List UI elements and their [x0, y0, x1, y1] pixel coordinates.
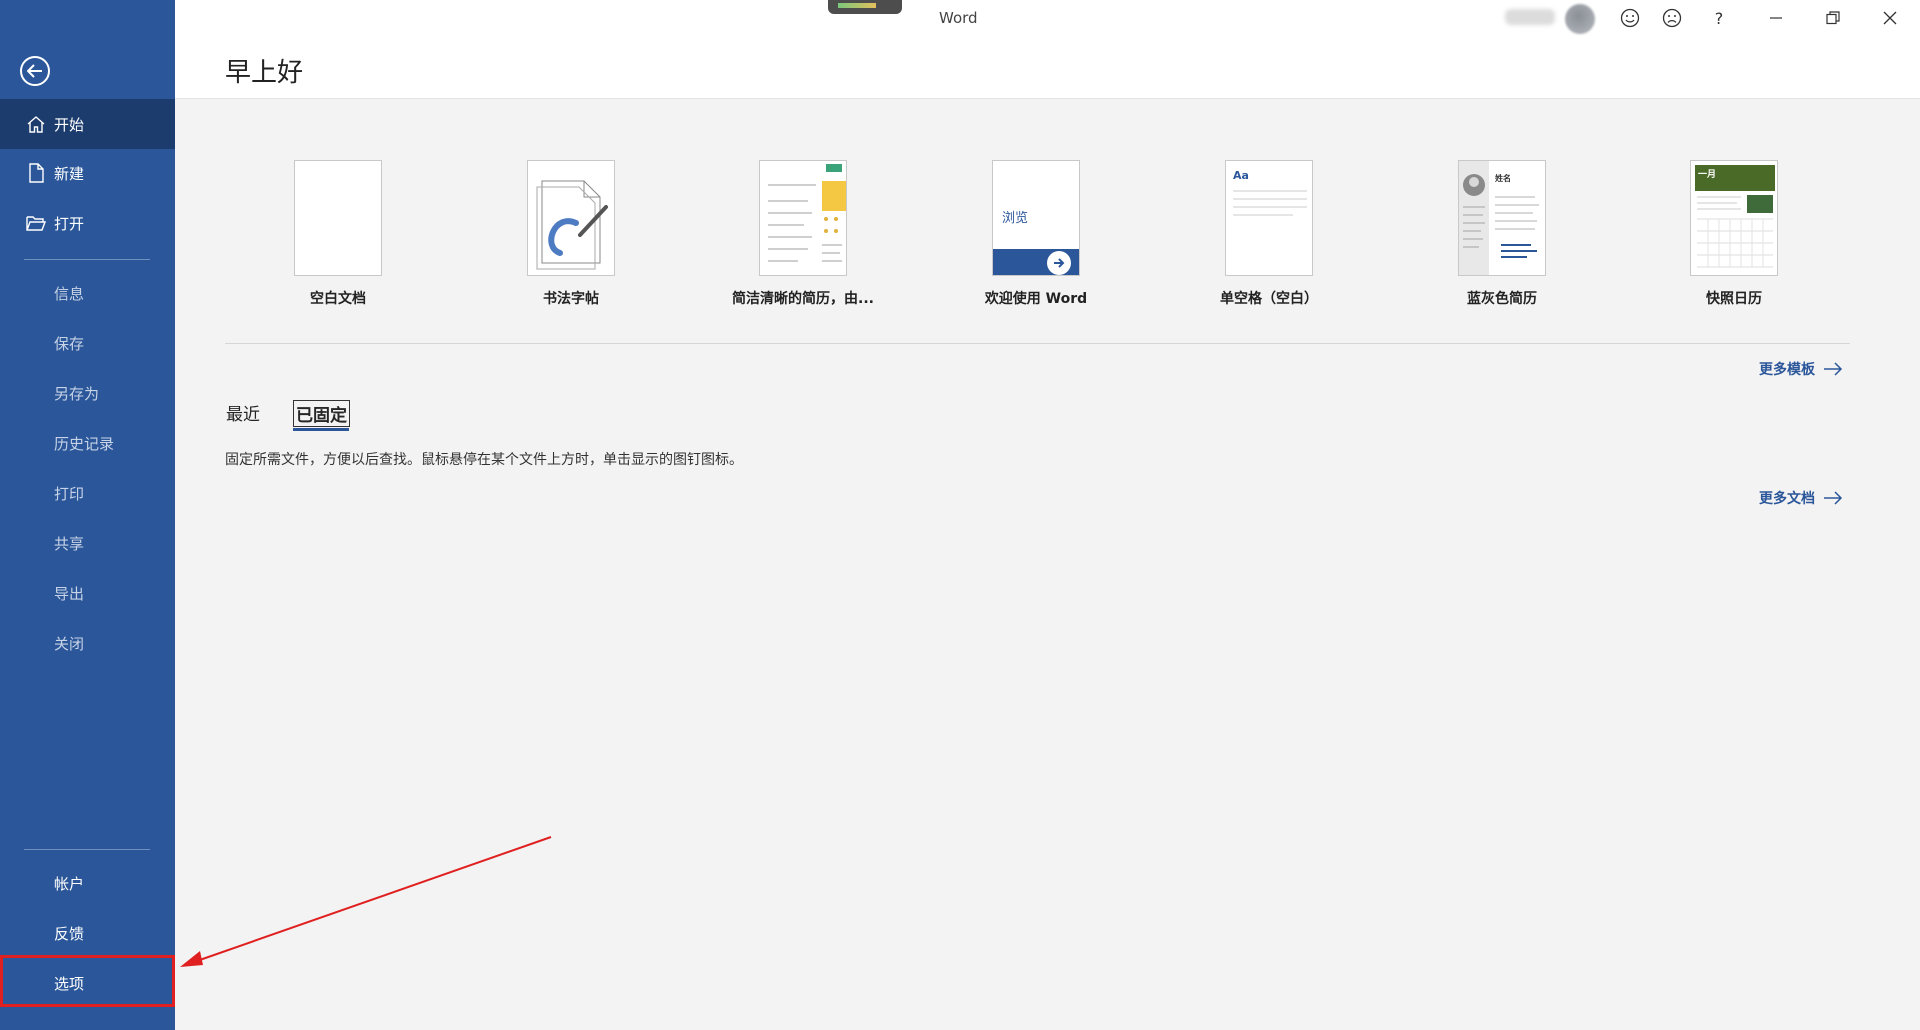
new-document-icon	[24, 161, 48, 185]
template-label: 快照日历	[1706, 291, 1762, 307]
help-button[interactable]: ?	[1706, 5, 1732, 31]
nav-export-label: 导出	[54, 584, 85, 603]
template-label: 欢迎使用 Word	[984, 291, 1088, 307]
nav-export[interactable]: 导出	[0, 568, 175, 618]
active-tab-indicator	[293, 428, 349, 431]
help-icon: ?	[1714, 8, 1724, 28]
template-thumb-text: 浏览	[1002, 211, 1029, 226]
template-thumb-text: 姓名	[1495, 174, 1511, 183]
nav-options-label: 选项	[54, 974, 85, 993]
nav-save-as-label: 另存为	[54, 384, 100, 403]
nav-feedback[interactable]: 反馈	[0, 908, 175, 958]
template-label: 简洁清晰的简历，由...	[732, 291, 874, 307]
more-templates-link[interactable]: 更多模板	[1759, 359, 1843, 379]
arrow-right-icon	[1824, 491, 1843, 505]
more-documents-link[interactable]: 更多文档	[1759, 488, 1843, 508]
frown-icon[interactable]	[1659, 5, 1685, 31]
pinned-empty-message: 固定所需文件，方便以后查找。鼠标悬停在某个文件上方时，单击显示的图钉图标。	[225, 452, 743, 468]
page-title: 早上好	[225, 58, 304, 88]
nav-share[interactable]: 共享	[0, 518, 175, 568]
nav-share-label: 共享	[54, 534, 85, 553]
tab-recent[interactable]: 最近	[226, 400, 260, 425]
nav-account-label: 帐户	[54, 874, 85, 893]
template-label: 书法字帖	[543, 291, 599, 307]
nav-save[interactable]: 保存	[0, 318, 175, 368]
arrow-right-icon	[1047, 251, 1071, 275]
backstage-sidebar: 开始 新建 打开 信息 保存 另存为 历史记录 打印 共享 导出 关闭 帐户 反…	[0, 0, 175, 1030]
minimize-icon[interactable]	[1763, 5, 1789, 31]
template-thumbnail[interactable]	[759, 160, 847, 276]
restore-icon[interactable]	[1820, 5, 1846, 31]
open-folder-icon	[24, 211, 48, 235]
close-icon[interactable]	[1877, 5, 1903, 31]
nav-home-label: 开始	[54, 115, 85, 134]
section-divider	[225, 343, 1850, 344]
template-thumbnail[interactable]: Aa	[1225, 160, 1313, 276]
annotation-arrow	[180, 836, 552, 967]
smiley-icon[interactable]	[1617, 5, 1643, 31]
template-thumb-text: 一月	[1698, 170, 1717, 180]
nav-info[interactable]: 信息	[0, 268, 175, 318]
back-arrow-icon[interactable]	[20, 56, 50, 86]
top-status-widget	[828, 0, 902, 14]
nav-history[interactable]: 历史记录	[0, 418, 175, 468]
home-icon	[24, 112, 48, 136]
nav-options[interactable]: 选项	[0, 958, 175, 1008]
nav-new-label: 新建	[54, 164, 85, 183]
sidebar-divider	[24, 259, 150, 260]
nav-open[interactable]: 打开	[0, 198, 175, 248]
user-name-blurred[interactable]	[1505, 9, 1555, 25]
nav-close-label: 关闭	[54, 634, 85, 653]
nav-new[interactable]: 新建	[0, 148, 175, 198]
more-documents-label: 更多文档	[1759, 491, 1815, 507]
header-band	[175, 36, 1920, 99]
template-thumbnail[interactable]: 一月	[1690, 160, 1778, 276]
avatar[interactable]	[1565, 4, 1595, 34]
template-label: 空白文档	[310, 291, 366, 307]
template-label: 单空格（空白）	[1220, 291, 1318, 307]
nav-open-label: 打开	[54, 214, 85, 233]
template-label: 蓝灰色简历	[1467, 291, 1537, 307]
arrow-right-icon	[1824, 362, 1843, 376]
nav-info-label: 信息	[54, 284, 85, 303]
template-thumbnail[interactable]	[527, 160, 615, 276]
nav-print[interactable]: 打印	[0, 468, 175, 518]
tab-pinned[interactable]: 已固定	[293, 400, 350, 427]
template-thumbnail[interactable]: 姓名	[1458, 160, 1546, 276]
nav-save-label: 保存	[54, 334, 85, 353]
more-templates-label: 更多模板	[1759, 362, 1815, 378]
template-thumbnail[interactable]	[294, 160, 382, 276]
app-title: Word	[939, 9, 978, 27]
nav-save-as[interactable]: 另存为	[0, 368, 175, 418]
tab-recent-label: 最近	[226, 405, 260, 425]
nav-account[interactable]: 帐户	[0, 858, 175, 908]
nav-home[interactable]: 开始	[0, 99, 175, 149]
tab-pinned-label: 已固定	[296, 406, 347, 426]
nav-history-label: 历史记录	[54, 434, 115, 453]
nav-close[interactable]: 关闭	[0, 618, 175, 668]
template-thumbnail[interactable]: 浏览	[992, 160, 1080, 276]
nav-print-label: 打印	[54, 484, 85, 503]
sidebar-divider-bottom	[24, 849, 150, 850]
nav-feedback-label: 反馈	[54, 924, 85, 943]
